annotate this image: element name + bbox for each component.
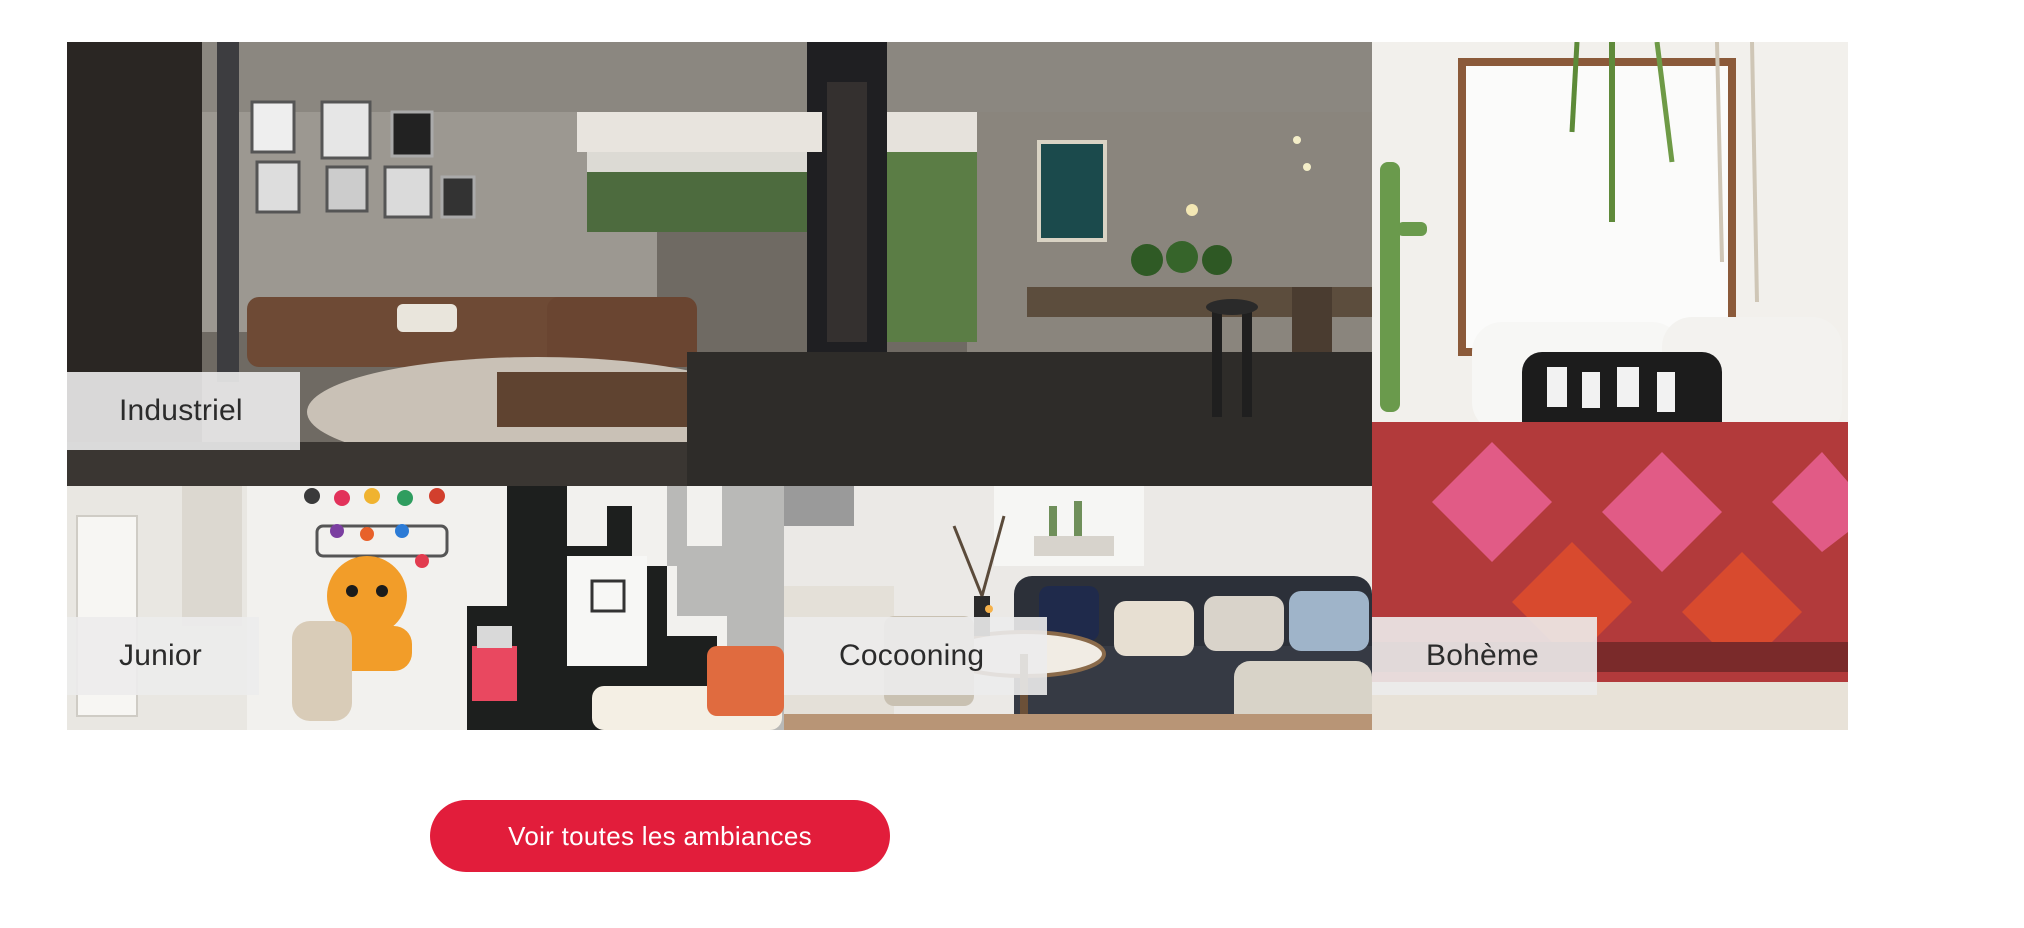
ambiance-tile-boheme[interactable]: Bohème [1372, 42, 1848, 730]
ambiance-tile-industriel[interactable]: Industriel [67, 42, 1372, 486]
ambiance-tile-cocooning[interactable]: Cocooning [784, 486, 1372, 730]
ambiance-label-junior: Junior [67, 617, 259, 695]
ambiance-label-boheme: Bohème [1372, 617, 1597, 695]
ambiance-tile-junior[interactable]: Junior [67, 486, 784, 730]
ambiance-label-industriel: Industriel [67, 372, 300, 450]
ambiances-section: Industriel Junior Cocooning Bohème Voir … [0, 0, 2024, 928]
ambiance-label-cocooning: Cocooning [784, 617, 1047, 695]
see-all-ambiances-button[interactable]: Voir toutes les ambiances [430, 800, 890, 872]
